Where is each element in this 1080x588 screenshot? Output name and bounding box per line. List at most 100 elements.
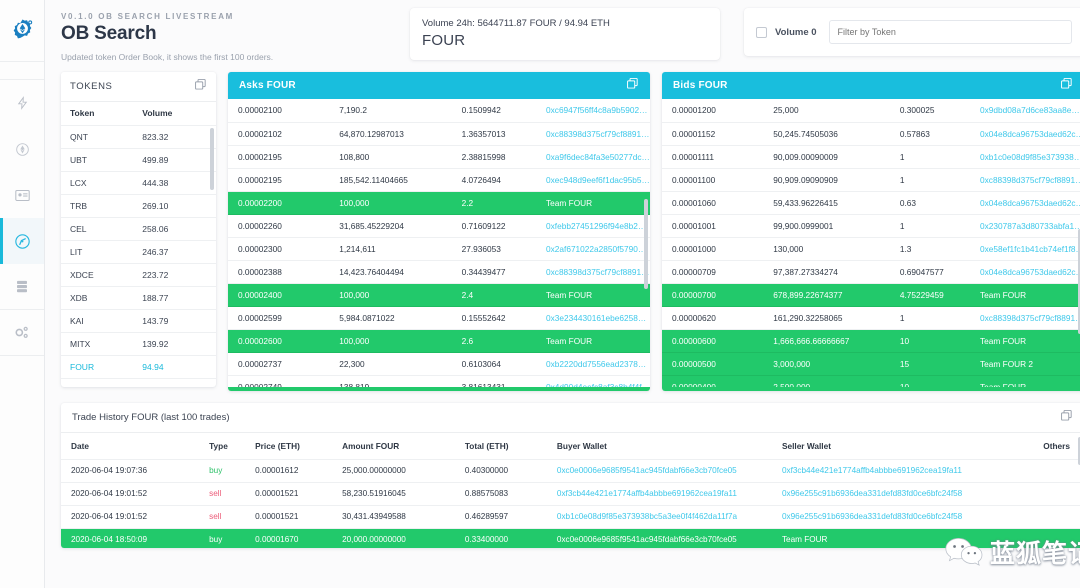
sidebar-item-tokens[interactable] xyxy=(0,126,44,172)
id-card-icon xyxy=(15,189,30,202)
order-price: 0.00002260 xyxy=(228,214,329,237)
order-row[interactable]: 0.000004002,500,00010Team FOUR xyxy=(662,375,1080,387)
order-wallet[interactable]: 0x04e8dca96753daed62c93... xyxy=(970,191,1080,214)
order-wallet[interactable]: 0x04e8dca96753daed62c93... xyxy=(970,260,1080,283)
trade-history-row[interactable]: 2020-06-04 19:01:52sell0.0000152158,230.… xyxy=(61,482,1080,505)
order-wallet[interactable]: 0xc88398d375cf79cf8891bd... xyxy=(970,168,1080,191)
copy-icon[interactable] xyxy=(194,78,207,96)
order-row[interactable]: 0.00001000130,0001.30xe58ef1fc1b41cb74ef… xyxy=(662,237,1080,260)
order-row[interactable]: 0.0000273722,3000.61030640xb2220dd7556ea… xyxy=(228,352,650,375)
volume-zero-checkbox-wrap[interactable]: Volume 0 xyxy=(756,27,817,38)
order-wallet[interactable]: 0xc88398d375cf79cf8891bdc... xyxy=(536,260,650,283)
token-row[interactable]: TRB269.10 xyxy=(61,194,216,217)
trade-buyer-wallet[interactable]: 0xf3cb44e421e1774affb4abbbe691962cea19fa… xyxy=(547,482,772,505)
trade-seller-wallet[interactable]: 0xf3cb44e421e1774affb4abbbe691962cea19fa… xyxy=(772,459,997,482)
order-row[interactable]: 0.000005003,000,00015Team FOUR 2 xyxy=(662,352,1080,375)
order-wallet[interactable]: 0x3e234430161ebe6258ce04... xyxy=(536,306,650,329)
app-logo[interactable] xyxy=(0,0,44,62)
order-wallet[interactable]: 0x9dbd08a7d6ce83aa8ebc0e... xyxy=(970,99,1080,122)
trade-seller-wallet[interactable]: 0x96e255c91b6936dea331defd83fd0ce6bfc24f… xyxy=(772,505,997,528)
order-row[interactable]: 0.000025995,984.08710220.155526420x3e234… xyxy=(228,306,650,329)
trade-history-row[interactable]: 2020-06-04 19:07:36buy0.0000161225,000.0… xyxy=(61,459,1080,482)
token-row[interactable]: MRPH84.44 xyxy=(61,378,216,387)
order-row[interactable]: 0.00000620161,290.3225806510xc88398d375c… xyxy=(662,306,1080,329)
token-volume: 139.92 xyxy=(140,332,216,355)
order-wallet[interactable]: 0xa9f6dec84fa3e50277dccae... xyxy=(536,145,650,168)
token-row[interactable]: CEL258.06 xyxy=(61,217,216,240)
order-row[interactable]: 0.0000226031,685.452292040.716091220xfeb… xyxy=(228,214,650,237)
order-row[interactable]: 0.0000210264,870.129870131.363570130xc88… xyxy=(228,122,650,145)
order-row[interactable]: 0.000023001,214,61127.9360530x2af671022a… xyxy=(228,237,650,260)
order-row[interactable]: 0.0000110090,909.0909090910xc88398d375cf… xyxy=(662,168,1080,191)
order-row[interactable]: 0.00002195108,8002.388159980xa9f6dec84fa… xyxy=(228,145,650,168)
token-row[interactable]: MITX139.92 xyxy=(61,332,216,355)
trade-seller-wallet[interactable]: 0x96e255c91b6936dea331defd83fd0ce6bfc24f… xyxy=(772,482,997,505)
order-wallet[interactable]: 0xe58ef1fc1b41cb74ef1f8bd4... xyxy=(970,237,1080,260)
token-symbol: FOUR xyxy=(61,355,140,378)
token-row[interactable]: XDB188.77 xyxy=(61,286,216,309)
order-wallet[interactable]: 0x2af671022a2850f5790c7fd8... xyxy=(536,237,650,260)
order-wallet[interactable]: 0x04e8dca96753daed62c93... xyxy=(970,122,1080,145)
order-wallet[interactable]: 0xb1c0e08d9f85e373938bc5... xyxy=(970,145,1080,168)
tokens-panel-title: TOKENS xyxy=(70,81,113,92)
trade-history-body[interactable]: DateTypePrice (ETH)Amount FOURTotal (ETH… xyxy=(61,433,1080,548)
sidebar-item-live[interactable] xyxy=(0,80,44,126)
trade-buyer-wallet[interactable]: 0xc0e0006e9685f9541ac945fdabf66e3cb70fce… xyxy=(547,459,772,482)
order-row[interactable]: 0.00002400100,0002.4Team FOUR xyxy=(228,283,650,306)
order-row[interactable]: 0.0000238814,423.764044940.344394770xc88… xyxy=(228,260,650,283)
trade-history-row[interactable]: 2020-06-04 18:50:09buy0.0000167020,000.0… xyxy=(61,528,1080,548)
token-row[interactable]: XDCE223.72 xyxy=(61,263,216,286)
order-wallet[interactable]: 0x4d90d4eefc8af3c8b4f4f528... xyxy=(536,375,650,387)
bids-table-body[interactable]: 0.0000120025,0000.3000250x9dbd08a7d6ce83… xyxy=(662,99,1080,387)
copy-icon[interactable] xyxy=(626,77,639,95)
order-row[interactable]: 0.000006001,666,666.6666666710Team FOUR xyxy=(662,329,1080,352)
trade-type: sell xyxy=(199,505,245,528)
settings-nodes-icon xyxy=(14,325,30,340)
trade-date: 2020-06-04 19:01:52 xyxy=(61,482,199,505)
order-row[interactable]: 0.0000106059,433.962264150.630x04e8dca96… xyxy=(662,191,1080,214)
order-wallet[interactable]: 0xfebb27451296f94e8b2e26a... xyxy=(536,214,650,237)
order-row[interactable]: 0.0000115250,245.745050360.578630x04e8dc… xyxy=(662,122,1080,145)
tokens-table-body[interactable]: Token Volume QNT823.32UBT499.89LCX444.38… xyxy=(61,102,216,387)
asks-scrollbar[interactable] xyxy=(644,199,648,289)
order-row[interactable]: 0.000021007,190.20.15099420xc6947f56ff4c… xyxy=(228,99,650,122)
tokens-scrollbar[interactable] xyxy=(210,128,214,190)
order-price: 0.00002749 xyxy=(228,375,329,387)
copy-icon[interactable] xyxy=(1060,409,1073,427)
order-wallet: Team FOUR 2 xyxy=(970,352,1080,375)
order-row[interactable]: 0.0000120025,0000.3000250x9dbd08a7d6ce83… xyxy=(662,99,1080,122)
sidebar-item-data[interactable] xyxy=(0,264,44,310)
volume-zero-checkbox[interactable] xyxy=(756,27,767,38)
token-row[interactable]: QNT823.32 xyxy=(61,125,216,148)
order-wallet[interactable]: 0xc88398d375cf79cf8891bd... xyxy=(970,306,1080,329)
asks-table-body[interactable]: 0.000021007,190.20.15099420xc6947f56ff4c… xyxy=(228,99,650,387)
order-wallet[interactable]: 0xec948d9eef6f1dac95b5900... xyxy=(536,168,650,191)
token-row[interactable]: FOUR94.94 xyxy=(61,355,216,378)
order-row[interactable]: 0.0000070997,387.273342740.690475770x04e… xyxy=(662,260,1080,283)
order-row[interactable]: 0.00000700678,899.226743774.75229459Team… xyxy=(662,283,1080,306)
copy-icon[interactable] xyxy=(1060,77,1073,95)
order-wallet[interactable]: 0xc88398d375cf79cf8891bdc... xyxy=(536,122,650,145)
trade-buyer-wallet[interactable]: 0xb1c0e08d9f85e373938bc5a3ee0f4f462da11f… xyxy=(547,505,772,528)
order-row[interactable]: 0.00002195185,542.114046654.07264940xec9… xyxy=(228,168,650,191)
trade-history-row[interactable]: 2020-06-04 19:01:52sell0.0000152130,431.… xyxy=(61,505,1080,528)
current-token-symbol: FOUR xyxy=(422,32,708,49)
sidebar-item-accounts[interactable] xyxy=(0,172,44,218)
token-row[interactable]: LCX444.38 xyxy=(61,171,216,194)
trade-buyer-wallet[interactable]: 0xc0e0006e9685f9541ac945fdabf66e3cb70fce… xyxy=(547,528,772,548)
sidebar-item-settings[interactable] xyxy=(0,310,44,356)
token-filter-input[interactable] xyxy=(829,20,1072,44)
token-row[interactable]: KAI143.79 xyxy=(61,309,216,332)
asks-panel: Asks FOUR 0.000021007,190.20.15099420xc6… xyxy=(228,72,650,391)
order-wallet[interactable]: 0xc6947f56ff4c8a9b5902ddc... xyxy=(536,99,650,122)
order-row[interactable]: 0.0000111190,009.0009000910xb1c0e08d9f85… xyxy=(662,145,1080,168)
order-wallet[interactable]: 0x230787a3d80733abfa1580f... xyxy=(970,214,1080,237)
token-row[interactable]: UBT499.89 xyxy=(61,148,216,171)
order-row[interactable]: 0.0000100199,900.099900110x230787a3d8073… xyxy=(662,214,1080,237)
token-row[interactable]: LIT246.37 xyxy=(61,240,216,263)
order-row[interactable]: 0.00002749138,8193.816134310x4d90d4eefc8… xyxy=(228,375,650,387)
sidebar-item-ob-search[interactable] xyxy=(0,218,44,264)
order-row[interactable]: 0.00002200100,0002.2Team FOUR xyxy=(228,191,650,214)
order-wallet[interactable]: 0xb2220dd7556ead23784c48... xyxy=(536,352,650,375)
order-row[interactable]: 0.00002600100,0002.6Team FOUR xyxy=(228,329,650,352)
